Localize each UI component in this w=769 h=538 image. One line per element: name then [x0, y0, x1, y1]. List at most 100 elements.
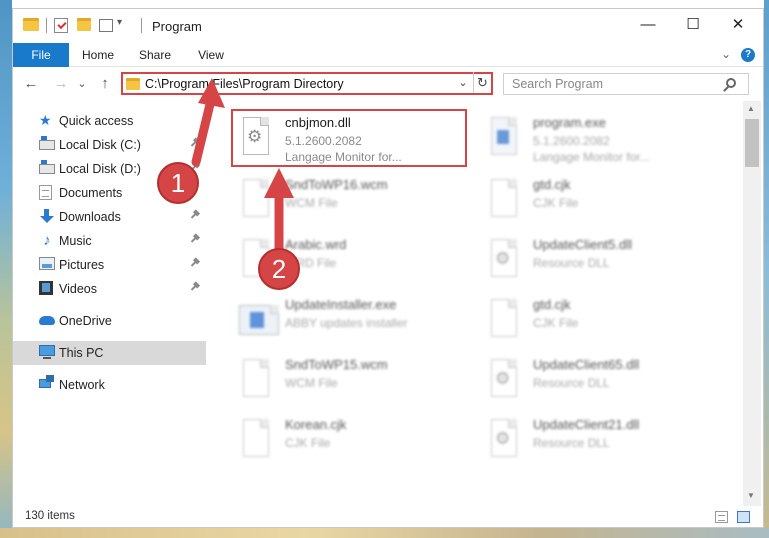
sidebar-item-label: Videos	[59, 282, 97, 296]
sidebar-item-label: Pictures	[59, 258, 105, 272]
sidebar-item-label: Documents	[59, 186, 123, 200]
maximize-button[interactable]: ☐	[670, 9, 716, 41]
file-item-gtd-cjk[interactable]: gtd.cjk CJK File	[463, 173, 703, 229]
desktop-background-right	[764, 0, 769, 538]
sidebar-item-this-pc[interactable]: This PC	[13, 341, 206, 365]
address-dropdown-icon[interactable]: ⌄	[455, 75, 471, 92]
search-icon[interactable]	[726, 78, 736, 88]
details-view-icon[interactable]	[715, 511, 728, 523]
address-bar[interactable]: C:\Program Files\Program Directory ⌄ ↻	[121, 72, 493, 95]
computer-icon	[39, 345, 55, 359]
title-bar: ▾ Program — ☐ ✕	[13, 9, 763, 43]
navigation-bar: ← → ⌄ ↑ C:\Program Files\Program Directo…	[13, 68, 763, 100]
file-type: ABBY updates installer	[285, 316, 408, 330]
folder-icon	[23, 18, 39, 31]
scroll-down-icon[interactable]: ▼	[747, 491, 755, 500]
file-name: UpdateClient21.dll	[533, 417, 640, 432]
sidebar-item-local-disk-c[interactable]: Local Disk (C:)	[13, 133, 206, 157]
file-item-sndtowp16[interactable]: SndToWP16.wcm WCM File	[215, 173, 455, 229]
sidebar-item-pictures[interactable]: Pictures	[13, 253, 206, 277]
file-type: WCM File	[285, 196, 338, 210]
tab-view[interactable]: View	[189, 43, 233, 67]
file-name: SndToWP15.wcm	[285, 357, 388, 372]
sidebar-item-label: Quick access	[59, 114, 134, 128]
pin-icon[interactable]	[190, 282, 203, 295]
exe-file-icon	[487, 117, 519, 157]
properties-icon[interactable]	[54, 18, 68, 33]
new-folder-icon[interactable]	[77, 18, 91, 31]
pin-icon[interactable]	[190, 258, 203, 271]
generic-file-icon	[487, 299, 519, 339]
forward-button[interactable]: →	[51, 74, 71, 94]
annotation-marker-1: 1	[157, 162, 199, 204]
window-title: Program	[152, 19, 202, 34]
sidebar-item-network[interactable]: Network	[13, 373, 206, 397]
sidebar-item-downloads[interactable]: Downloads	[13, 205, 206, 229]
generic-file-icon	[239, 359, 271, 399]
file-item-updateclient5[interactable]: UpdateClient5.dll Resource DLL	[463, 233, 703, 289]
file-item-updateinstaller[interactable]: UpdateInstaller.exe ABBY updates install…	[215, 293, 455, 349]
close-button[interactable]: ✕	[715, 9, 761, 41]
file-name: gtd.cjk	[533, 177, 571, 192]
search-box[interactable]	[503, 73, 749, 95]
desktop-background-bottom	[0, 528, 769, 538]
generic-file-icon	[239, 179, 271, 219]
disk-icon	[39, 136, 55, 150]
scroll-thumb[interactable]	[745, 119, 759, 167]
toolbar-separator	[46, 18, 47, 33]
customize-toolbar-icon[interactable]	[99, 19, 113, 32]
title-separator	[141, 18, 142, 33]
pin-icon[interactable]	[190, 138, 203, 151]
vertical-scrollbar[interactable]: ▲ ▼	[743, 101, 761, 506]
file-item-sndtowp15[interactable]: SndToWP15.wcm WCM File	[215, 353, 455, 409]
help-icon[interactable]: ?	[741, 48, 755, 62]
toolbar-dropdown-icon[interactable]: ▾	[117, 17, 122, 33]
file-type: WCM File	[285, 376, 338, 390]
minimize-button[interactable]: —	[625, 9, 671, 41]
file-item-arabic-wrd[interactable]: Arabic.wrd WRD File	[215, 233, 455, 289]
refresh-icon[interactable]: ↻	[473, 72, 491, 93]
pin-icon[interactable]	[190, 210, 203, 223]
expand-ribbon-icon[interactable]: ⌄	[721, 47, 731, 61]
tab-share[interactable]: Share	[131, 43, 179, 67]
tab-home[interactable]: Home	[75, 43, 121, 67]
up-button[interactable]: ↑	[95, 74, 115, 94]
file-list: cnbjmon.dll 5.1.2600.2082 Langage Monito…	[211, 101, 741, 506]
sidebar-item-quick-access[interactable]: ★ Quick access	[13, 109, 206, 133]
file-item-updateclient21[interactable]: UpdateClient21.dll Resource DLL	[463, 413, 703, 469]
recent-locations-button[interactable]: ⌄	[75, 74, 89, 94]
file-version: 5.1.2600.2082	[533, 134, 610, 148]
file-highlight-box	[231, 109, 467, 167]
file-type: CJK File	[533, 196, 579, 210]
file-item-gtd-cjk-2[interactable]: gtd.cjk CJK File	[463, 293, 703, 349]
ribbon-tabs: File Home Share View ⌄ ?	[13, 43, 763, 67]
file-type: CJK File	[533, 316, 579, 330]
large-icons-view-icon[interactable]	[737, 511, 750, 523]
star-icon: ★	[39, 112, 52, 128]
tab-file[interactable]: File	[13, 43, 69, 67]
generic-file-icon	[487, 179, 519, 219]
music-icon: ♪	[43, 232, 51, 249]
file-item-program-exe[interactable]: program.exe 5.1.2600.2082 Langage Monito…	[463, 111, 703, 167]
file-name: UpdateInstaller.exe	[285, 297, 397, 312]
status-bar: 130 items	[13, 507, 763, 527]
sidebar-item-label: Network	[59, 378, 105, 392]
pin-icon[interactable]	[190, 234, 203, 247]
documents-icon	[39, 185, 52, 200]
address-path[interactable]: C:\Program Files\Program Directory	[145, 77, 344, 91]
back-button[interactable]: ←	[21, 74, 41, 94]
file-item-updateclient65[interactable]: UpdateClient65.dll Resource DLL	[463, 353, 703, 409]
file-item-korean-cjk[interactable]: Korean.cjk CJK File	[215, 413, 455, 469]
scroll-up-icon[interactable]: ▲	[747, 104, 755, 113]
search-input[interactable]	[512, 76, 712, 92]
sidebar-item-videos[interactable]: Videos	[13, 277, 206, 301]
generic-file-icon	[239, 419, 271, 459]
file-type: CJK File	[285, 436, 331, 450]
annotation-marker-2: 2	[258, 248, 300, 290]
file-name: UpdateClient5.dll	[533, 237, 633, 252]
video-icon	[39, 281, 53, 295]
file-name: UpdateClient65.dll	[533, 357, 640, 372]
sidebar-item-onedrive[interactable]: OneDrive	[13, 309, 206, 333]
sidebar-item-music[interactable]: ♪ Music	[13, 229, 206, 253]
sidebar-item-label: Music	[59, 234, 92, 248]
